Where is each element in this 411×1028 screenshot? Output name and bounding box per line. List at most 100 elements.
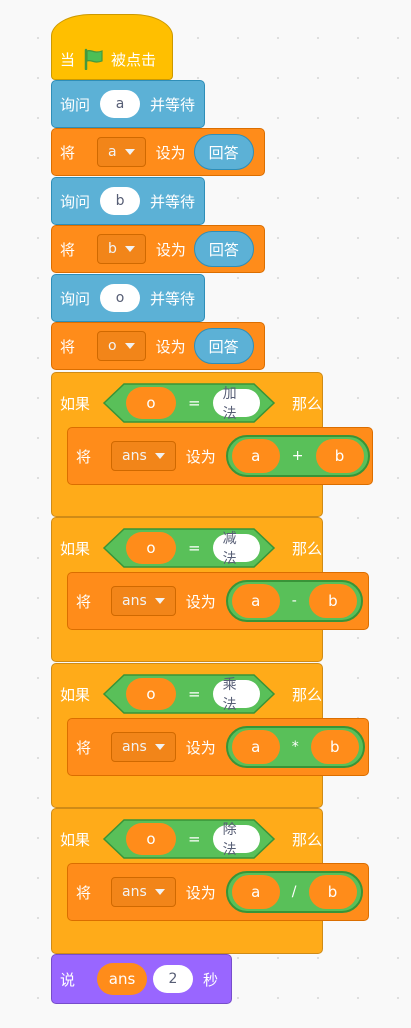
- compare-input[interactable]: 减法: [212, 531, 260, 567]
- compare-input[interactable]: 乘法: [212, 677, 260, 713]
- if-label: 如果: [60, 685, 91, 704]
- set-label: 将: [60, 337, 76, 356]
- operator-symbol: *: [291, 739, 299, 755]
- ask-label: 询问: [60, 95, 91, 114]
- variable-name: ans: [122, 884, 147, 900]
- set-label: 将: [76, 447, 92, 466]
- arithmetic-operator[interactable]: a * b: [225, 726, 365, 768]
- set-label: 将: [60, 143, 76, 162]
- to-label: 设为: [155, 240, 186, 259]
- equals-sign: =: [188, 539, 201, 557]
- ask-label: 询问: [60, 289, 91, 308]
- equals-sign: =: [188, 685, 201, 703]
- o-reporter[interactable]: o: [126, 532, 177, 564]
- variable-dropdown[interactable]: b: [97, 234, 146, 264]
- variable-name: ans: [122, 448, 147, 464]
- operator-symbol: /: [291, 884, 297, 900]
- variable-dropdown[interactable]: ans: [111, 586, 176, 616]
- ask-input[interactable]: o: [100, 284, 141, 312]
- wait-label: 并等待: [150, 192, 196, 211]
- dropdown-arrow-icon: [154, 598, 165, 604]
- o-reporter[interactable]: o: [126, 823, 177, 855]
- equals-condition[interactable]: o = 除法: [102, 819, 282, 859]
- set-variable-block[interactable]: 将 ans 设为 a / b: [67, 863, 369, 921]
- to-label: 设为: [155, 337, 186, 356]
- equals-condition[interactable]: o = 乘法: [102, 674, 282, 714]
- set-variable-block[interactable]: 将 b 设为 回答: [51, 225, 265, 273]
- ans-reporter[interactable]: ans: [97, 963, 148, 995]
- to-label: 设为: [185, 447, 216, 466]
- equals-condition[interactable]: o = 加法: [102, 383, 282, 423]
- variable-dropdown[interactable]: ans: [111, 732, 176, 762]
- set-variable-block[interactable]: 将 a 设为 回答: [51, 128, 265, 176]
- set-label: 将: [76, 738, 92, 757]
- variable-dropdown[interactable]: ans: [111, 877, 176, 907]
- then-label: 那么: [291, 685, 322, 704]
- to-label: 设为: [155, 143, 186, 162]
- compare-input[interactable]: 加法: [212, 386, 260, 422]
- to-label: 设为: [185, 738, 216, 757]
- a-reporter[interactable]: a: [231, 730, 280, 764]
- say-label: 说: [60, 970, 76, 989]
- arithmetic-operator[interactable]: a + b: [225, 435, 370, 477]
- dropdown-arrow-icon: [124, 343, 135, 349]
- variable-name: ans: [122, 739, 147, 755]
- ask-input[interactable]: a: [100, 90, 141, 118]
- dropdown-arrow-icon: [154, 453, 165, 459]
- set-variable-block[interactable]: 将 o 设为 回答: [51, 322, 265, 370]
- wait-label: 并等待: [150, 95, 196, 114]
- answer-reporter[interactable]: 回答: [193, 328, 254, 364]
- dropdown-arrow-icon: [124, 246, 135, 252]
- b-reporter[interactable]: b: [308, 584, 357, 618]
- operator-symbol: -: [291, 593, 297, 609]
- compare-input[interactable]: 除法: [212, 822, 260, 858]
- b-reporter[interactable]: b: [315, 439, 364, 473]
- a-reporter[interactable]: a: [231, 584, 280, 618]
- arithmetic-operator[interactable]: a - b: [225, 580, 363, 622]
- equals-condition[interactable]: o = 减法: [102, 528, 282, 568]
- when-flag-clicked-block[interactable]: 当 被点击: [51, 14, 173, 80]
- variable-name: b: [108, 241, 117, 257]
- set-label: 将: [76, 883, 92, 902]
- b-reporter[interactable]: b: [308, 875, 357, 909]
- dropdown-arrow-icon: [154, 744, 165, 750]
- ask-and-wait-block[interactable]: 询问 b 并等待: [51, 177, 205, 225]
- seconds-unit-label: 秒: [203, 970, 219, 989]
- then-label: 那么: [291, 539, 322, 558]
- to-label: 设为: [185, 592, 216, 611]
- variable-name: a: [108, 144, 117, 160]
- b-reporter[interactable]: b: [310, 730, 359, 764]
- dropdown-arrow-icon: [124, 149, 135, 155]
- variable-dropdown[interactable]: a: [97, 137, 146, 167]
- equals-sign: =: [188, 394, 201, 412]
- answer-reporter[interactable]: 回答: [193, 134, 254, 170]
- set-variable-block[interactable]: 将 ans 设为 a + b: [67, 427, 373, 485]
- if-label: 如果: [60, 394, 91, 413]
- arithmetic-operator[interactable]: a / b: [225, 871, 363, 913]
- ask-input[interactable]: b: [100, 187, 141, 215]
- set-variable-block[interactable]: 将 ans 设为 a - b: [67, 572, 369, 630]
- equals-sign: =: [188, 830, 201, 848]
- set-variable-block[interactable]: 将 ans 设为 a * b: [67, 718, 369, 776]
- ask-label: 询问: [60, 192, 91, 211]
- variable-name: o: [108, 338, 117, 354]
- to-label: 设为: [185, 883, 216, 902]
- if-label: 如果: [60, 830, 91, 849]
- hat-clicked-label: 被点击: [111, 50, 157, 69]
- variable-name: ans: [122, 593, 147, 609]
- seconds-input[interactable]: 2: [153, 965, 194, 993]
- a-reporter[interactable]: a: [231, 439, 280, 473]
- o-reporter[interactable]: o: [126, 678, 177, 710]
- ask-and-wait-block[interactable]: 询问 o 并等待: [51, 274, 205, 322]
- a-reporter[interactable]: a: [231, 875, 280, 909]
- o-reporter[interactable]: o: [126, 387, 177, 419]
- variable-dropdown[interactable]: ans: [111, 441, 176, 471]
- green-flag-icon: [83, 48, 105, 70]
- answer-reporter[interactable]: 回答: [193, 231, 254, 267]
- ask-and-wait-block[interactable]: 询问 a 并等待: [51, 80, 205, 128]
- variable-dropdown[interactable]: o: [97, 331, 146, 361]
- wait-label: 并等待: [150, 289, 196, 308]
- say-for-seconds-block[interactable]: 说 ans 2 秒: [51, 954, 232, 1004]
- then-label: 那么: [291, 394, 322, 413]
- dropdown-arrow-icon: [154, 889, 165, 895]
